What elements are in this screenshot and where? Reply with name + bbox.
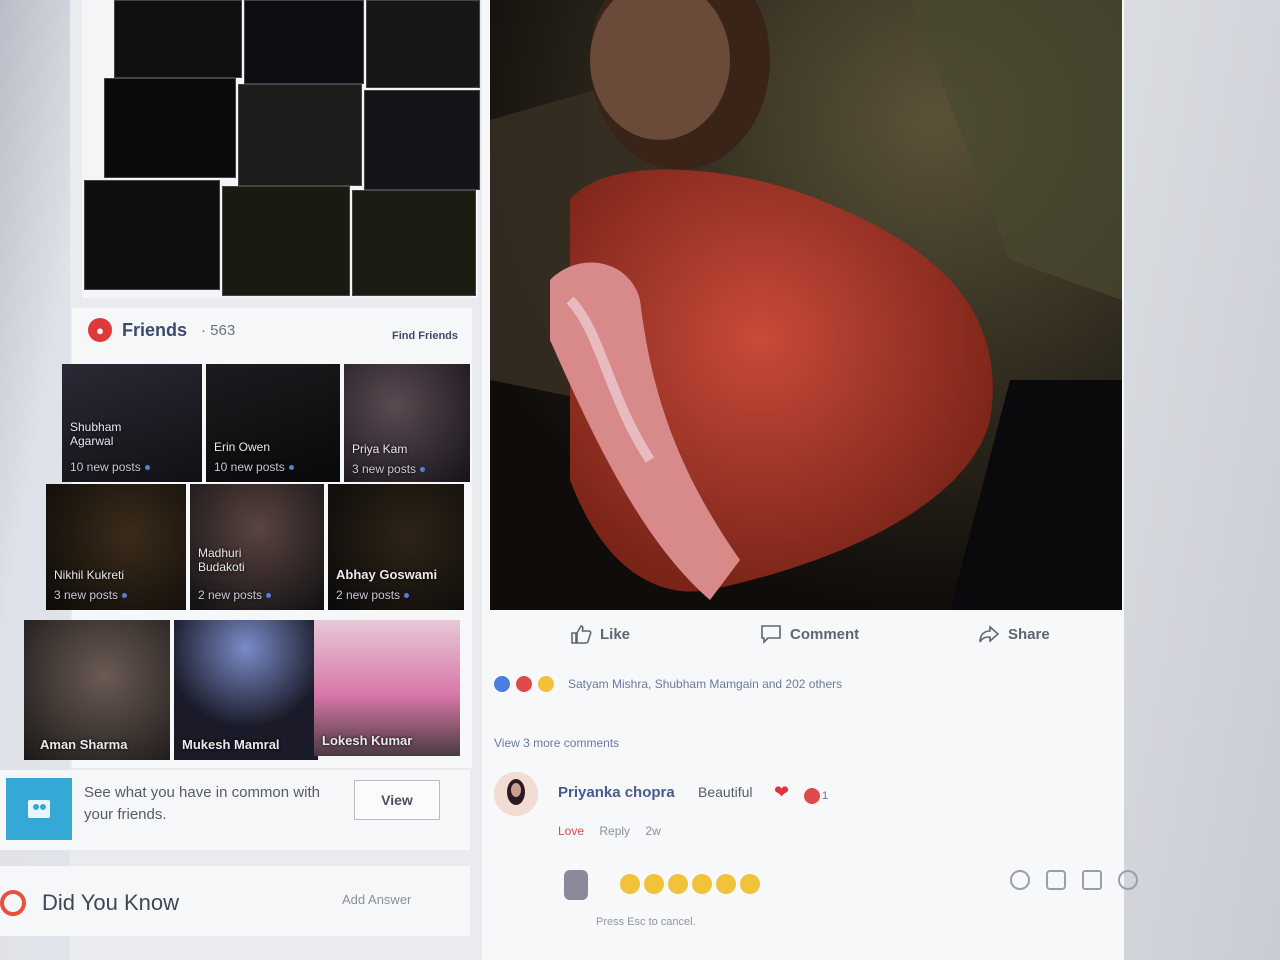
emoji-icon: [668, 874, 688, 894]
emoji-icon: [692, 874, 712, 894]
friend-posts: 3 new posts: [352, 462, 426, 476]
view-more-comments-link[interactable]: View 3 more comments: [494, 736, 619, 750]
share-label: Share: [1008, 625, 1050, 643]
friend-posts: 3 new posts: [54, 588, 128, 602]
photo-thumb[interactable]: [84, 180, 220, 290]
post-photo-image: [490, 0, 1122, 610]
avatar-image: [494, 772, 538, 816]
friend-tile[interactable]: Madhuri Budakoti 2 new posts: [190, 484, 324, 610]
new-dot-icon: [266, 593, 272, 599]
sticker-icon[interactable]: [1118, 870, 1138, 890]
friend-tile[interactable]: Erin Owen 10 new posts: [206, 364, 340, 482]
photo-thumb[interactable]: [244, 0, 364, 84]
love-link[interactable]: Love: [558, 824, 584, 838]
friend-name: Priya Kam: [352, 442, 408, 456]
friend-posts: 10 new posts: [214, 460, 294, 474]
friend-name: Nikhil Kukreti: [54, 568, 125, 582]
friends-icon: ●: [88, 318, 112, 342]
comment: Priyanka chopra Beautiful ❤ 1 Love Reply…: [494, 772, 914, 842]
friend-tile[interactable]: Nikhil Kukreti 3 new posts: [46, 484, 186, 610]
post-photo[interactable]: [490, 0, 1122, 610]
photo-thumb[interactable]: [238, 84, 362, 186]
reactions-text: Satyam Mishra, Shubham Mamgain and 202 o…: [568, 677, 843, 691]
friends-card: ● Friends · 563 Find Friends Shubham Aga…: [24, 308, 472, 768]
thumbs-up-icon: [571, 625, 592, 644]
share-icon: [979, 625, 1000, 643]
photo-thumb[interactable]: [114, 0, 242, 78]
friend-name: Shubham Agarwal: [70, 420, 122, 448]
comment-reaction-count: 1: [822, 790, 829, 802]
comment-label: Comment: [790, 625, 860, 643]
new-dot-icon: [288, 465, 294, 471]
friend-name: Mukesh Mamral: [182, 737, 280, 752]
new-dot-icon: [420, 467, 426, 473]
friend-posts: 2 new posts: [198, 588, 272, 602]
share-button[interactable]: Share: [978, 624, 1050, 644]
friend-tile[interactable]: Abhay Goswami 2 new posts: [328, 484, 464, 610]
friend-name: Aman Sharma: [40, 737, 128, 752]
emoji-icon: [740, 874, 760, 894]
comment-text: Beautiful: [698, 784, 753, 800]
view-button[interactable]: View: [354, 780, 440, 820]
emoji-icon: [644, 874, 664, 894]
people-glyph: [28, 800, 50, 818]
love-reaction-icon: [516, 676, 532, 692]
love-reaction-icon: [804, 788, 820, 804]
common-friends-card: See what you have in common with your fr…: [0, 770, 470, 850]
photo-thumb[interactable]: [366, 0, 480, 88]
like-reaction-icon: [494, 676, 510, 692]
friend-tile[interactable]: Aman Sharma: [24, 620, 170, 760]
friend-tile[interactable]: Shubham Agarwal 10 new posts: [62, 364, 202, 482]
new-dot-icon: [122, 593, 128, 599]
friend-tile[interactable]: Lokesh Kumar: [314, 620, 460, 756]
add-answer-link[interactable]: Add Answer: [342, 892, 411, 907]
people-icon: [6, 778, 72, 840]
comment-author[interactable]: Priyanka chopra: [558, 784, 675, 801]
comment-icon: [761, 625, 781, 644]
friend-posts: 2 new posts: [336, 588, 410, 602]
friend-name: Lokesh Kumar: [322, 733, 413, 748]
friend-posts: 10 new posts: [70, 460, 150, 474]
common-text: See what you have in common with your fr…: [84, 784, 320, 823]
avatar[interactable]: [494, 772, 538, 816]
escape-hint: Press Esc to cancel.: [596, 916, 696, 928]
comment-meta: Love Reply 2w: [558, 824, 661, 838]
friend-name: Madhuri Budakoti: [198, 546, 245, 574]
camera-icon[interactable]: [1046, 870, 1066, 890]
avatar: [564, 870, 588, 900]
did-you-know-title: Did You Know: [42, 890, 179, 915]
wow-reaction-icon: [538, 676, 554, 692]
like-label: Like: [600, 625, 631, 643]
new-dot-icon: [144, 465, 150, 471]
did-you-know-card: Did You Know Add Answer: [0, 866, 470, 936]
new-dot-icon: [404, 593, 410, 599]
reply-link[interactable]: Reply: [599, 824, 630, 838]
find-friends-link[interactable]: Find Friends: [392, 330, 458, 342]
reactions-summary[interactable]: Satyam Mishra, Shubham Mamgain and 202 o…: [494, 676, 842, 692]
photo-thumb[interactable]: [104, 78, 236, 178]
like-button[interactable]: Like: [570, 624, 630, 644]
friend-name: Erin Owen: [214, 440, 271, 454]
friend-name: Abhay Goswami: [336, 567, 438, 582]
photos-grid: [82, 0, 480, 298]
photo-thumb[interactable]: [364, 90, 480, 190]
comment-button[interactable]: Comment: [760, 624, 859, 644]
friend-tile[interactable]: Mukesh Mamral: [174, 620, 318, 760]
friend-tile[interactable]: Priya Kam 3 new posts: [344, 364, 470, 482]
photo-thumb[interactable]: [352, 190, 476, 296]
comment-composer[interactable]: [482, 860, 1162, 910]
comment-time[interactable]: 2w: [645, 824, 660, 838]
gif-icon[interactable]: [1082, 870, 1102, 890]
photo-thumb[interactable]: [222, 186, 350, 296]
friends-count: · 563: [201, 321, 236, 339]
emoji-icon: [620, 874, 640, 894]
heart-icon: ❤: [774, 782, 790, 802]
friends-title[interactable]: Friends: [122, 320, 187, 341]
did-you-know-icon: [0, 890, 26, 916]
emoji-icon: [716, 874, 736, 894]
post-action-bar: Like Comment Share: [482, 612, 1142, 662]
smiley-icon[interactable]: [1010, 870, 1030, 890]
friends-header: ● Friends · 563: [88, 318, 235, 342]
